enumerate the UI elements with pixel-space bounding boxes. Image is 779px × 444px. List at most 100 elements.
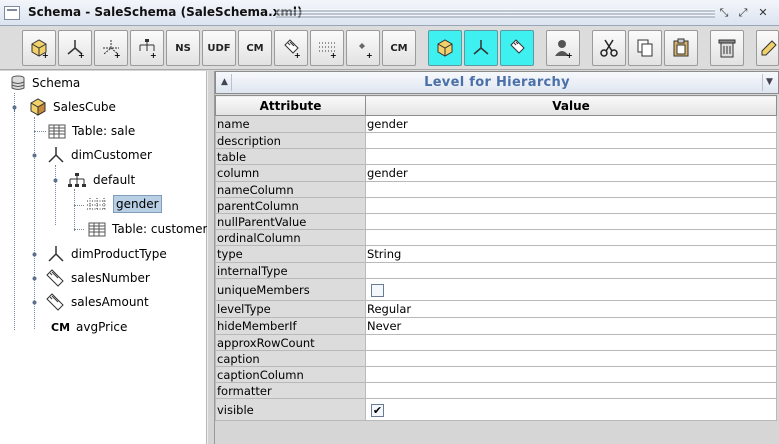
delete-button[interactable] xyxy=(710,30,744,66)
split-pane-divider[interactable] xyxy=(207,71,215,444)
value-cell[interactable] xyxy=(365,334,777,351)
value-cell[interactable] xyxy=(365,213,777,230)
attribute-cell: hideMemberIf xyxy=(215,317,366,335)
table-row[interactable]: description xyxy=(215,132,777,149)
add-cube-button[interactable]: + xyxy=(22,30,56,66)
table-row[interactable]: name gender xyxy=(215,115,777,133)
tree-item-gender[interactable]: gender xyxy=(86,194,162,214)
value-cell[interactable]: Never xyxy=(365,317,777,335)
table-row[interactable]: uniqueMembers xyxy=(215,278,777,301)
value-cell[interactable] xyxy=(365,229,777,246)
attribute-cell: internalType xyxy=(215,262,366,279)
add-hierarchy-button[interactable]: + xyxy=(130,30,164,66)
add-dimension-button[interactable]: + xyxy=(58,30,92,66)
table-row[interactable]: nameColumn xyxy=(215,181,777,198)
attribute-cell: uniqueMembers xyxy=(215,278,366,301)
add-named-set-button[interactable]: NS xyxy=(166,30,200,66)
value-cell[interactable] xyxy=(365,132,777,149)
maximize-icon[interactable]: ⤢ xyxy=(736,6,750,20)
add-virtual-cube-button[interactable] xyxy=(428,30,462,66)
attribute-cell: name xyxy=(215,115,366,133)
paste-icon xyxy=(673,38,689,57)
value-cell[interactable] xyxy=(365,262,777,279)
add-role-button[interactable]: + xyxy=(546,30,580,66)
table-row[interactable]: caption xyxy=(215,350,777,367)
dimension-icon xyxy=(48,246,64,262)
window-title-bar: Schema - SaleSchema (SaleSchema.xml) ⤡ ⤢… xyxy=(0,0,779,26)
tree-item-schema[interactable]: Schema xyxy=(10,73,80,93)
svg-text:+: + xyxy=(566,51,573,59)
schema-tree[interactable]: Schema SalesCube Table: sale dimCustomer… xyxy=(0,71,207,444)
element-type-selector[interactable]: ▲ Level for Hierarchy ▼ xyxy=(215,71,779,94)
tree-item-salesamount[interactable]: salesAmount xyxy=(30,292,149,312)
tree-item-salescube[interactable]: SalesCube xyxy=(10,97,116,117)
value-cell[interactable] xyxy=(365,197,777,214)
tree-item-dimcustomer[interactable]: dimCustomer xyxy=(30,145,152,165)
tree-item-label: default xyxy=(93,173,136,187)
collapsed-knob-icon xyxy=(32,276,37,280)
table-row[interactable]: formatter xyxy=(215,382,777,399)
tree-item-label: avgPrice xyxy=(76,320,128,334)
add-measure-icon: + xyxy=(284,39,301,59)
add-udf-button[interactable]: UDF xyxy=(202,30,236,66)
table-row[interactable]: table xyxy=(215,148,777,165)
value-cell[interactable] xyxy=(365,382,777,399)
table-row[interactable]: column gender xyxy=(215,164,777,182)
table-row[interactable]: approxRowCount xyxy=(215,334,777,351)
window-menu-icon[interactable] xyxy=(4,6,20,20)
tree-item-table-customer[interactable]: Table: customer xyxy=(88,219,207,239)
value-cell[interactable] xyxy=(365,278,777,301)
edit-icon xyxy=(761,40,777,56)
checkbox-icon[interactable] xyxy=(371,283,384,297)
table-row[interactable]: internalType xyxy=(215,262,777,279)
column-header-attribute[interactable]: Attribute xyxy=(215,95,366,116)
add-dimension-usage-button[interactable]: + xyxy=(94,30,128,66)
table-row[interactable]: hideMemberIf Never xyxy=(215,317,777,335)
tree-item-table-sale[interactable]: Table: sale xyxy=(48,121,135,141)
calculated-member-icon: CM xyxy=(51,320,71,334)
value-cell[interactable]: String xyxy=(365,245,777,263)
add-level-button[interactable]: + xyxy=(310,30,344,66)
add-hierarchy-icon: + xyxy=(139,39,157,59)
value-cell[interactable]: gender xyxy=(365,164,777,182)
restore-icon[interactable]: ⤡ xyxy=(717,6,731,20)
add-dimension-icon: + xyxy=(67,40,85,59)
tree-item-default[interactable]: default xyxy=(51,170,135,190)
value-cell[interactable] xyxy=(365,366,777,383)
close-icon[interactable]: ✕ xyxy=(756,6,770,20)
table-row[interactable]: parentColumn xyxy=(215,197,777,214)
value-cell[interactable]: Regular xyxy=(365,300,777,318)
paste-button[interactable] xyxy=(664,30,698,66)
table-row[interactable]: nullParentValue xyxy=(215,213,777,230)
checked-checkbox-icon[interactable]: ✔ xyxy=(371,403,384,417)
value-cell[interactable]: gender xyxy=(365,115,777,133)
table-row[interactable]: captionColumn xyxy=(215,366,777,383)
value-cell[interactable] xyxy=(365,148,777,165)
add-calculated-member-button[interactable]: CM xyxy=(238,30,272,66)
expanded-knob-icon xyxy=(32,153,37,157)
add-property-button[interactable]: + xyxy=(346,30,380,66)
tree-item-salesnumber[interactable]: salesNumber xyxy=(30,268,150,288)
value-cell[interactable]: ✔ xyxy=(365,398,777,421)
tree-item-avgprice[interactable]: CM avgPrice xyxy=(51,317,127,337)
tree-item-dimproducttype[interactable]: dimProductType xyxy=(30,244,167,264)
add-virtual-measure-button[interactable] xyxy=(500,30,534,66)
copy-icon xyxy=(637,39,653,57)
add-measure-button[interactable]: + xyxy=(274,30,308,66)
add-virtual-dimension-button[interactable] xyxy=(464,30,498,66)
table-row[interactable]: ordinalColumn xyxy=(215,229,777,246)
add-virtual-dimension-icon xyxy=(473,40,489,55)
table-row[interactable]: type String xyxy=(215,245,777,263)
column-header-value[interactable]: Value xyxy=(365,95,777,116)
dropdown-arrow-icon[interactable]: ▼ xyxy=(762,74,776,91)
expanded-knob-icon xyxy=(12,105,17,112)
edit-button[interactable] xyxy=(756,30,779,66)
value-cell[interactable] xyxy=(365,181,777,198)
copy-button[interactable] xyxy=(628,30,662,66)
add-calc-member-property-button[interactable]: CM xyxy=(382,30,416,66)
table-row[interactable]: levelType Regular xyxy=(215,300,777,318)
table-row[interactable]: visible ✔ xyxy=(215,398,777,421)
cut-button[interactable] xyxy=(592,30,626,66)
value-cell[interactable] xyxy=(365,350,777,367)
hierarchy-icon xyxy=(68,173,86,187)
